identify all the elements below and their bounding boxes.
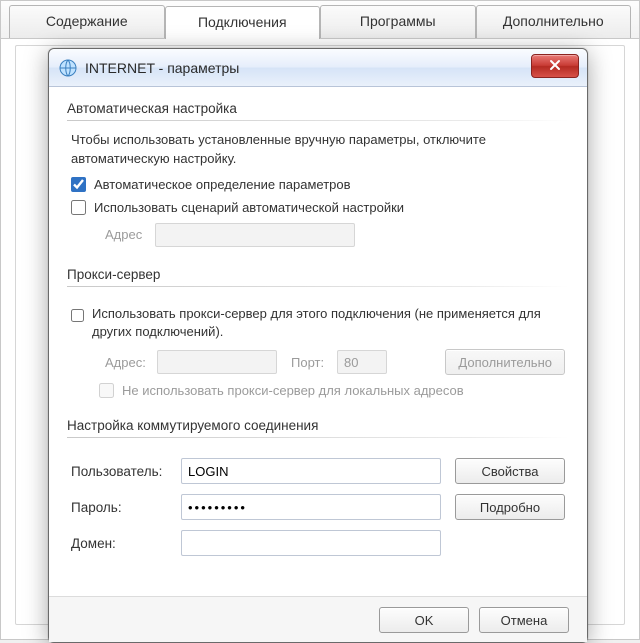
- label-use-proxy: Использовать прокси-сервер для этого под…: [92, 305, 565, 341]
- tab-programs[interactable]: Программы: [320, 5, 476, 38]
- group-dialup-title: Настройка коммутируемого соединения: [67, 418, 569, 440]
- label-proxy-address: Адрес:: [99, 355, 149, 370]
- label-auto-detect: Автоматическое определение параметров: [94, 177, 351, 192]
- label-script-address: Адрес: [99, 227, 155, 242]
- button-proxy-advanced: Дополнительно: [445, 349, 565, 375]
- input-password[interactable]: [181, 494, 441, 520]
- button-details[interactable]: Подробно: [455, 494, 565, 520]
- label-domain: Домен:: [71, 536, 181, 551]
- tab-content[interactable]: Содержание: [9, 5, 165, 38]
- label-use-script: Использовать сценарий автоматической нас…: [94, 200, 404, 215]
- group-proxy: Прокси-сервер Использовать прокси-сервер…: [67, 267, 569, 402]
- button-properties[interactable]: Свойства: [455, 458, 565, 484]
- group-dialup: Настройка коммутируемого соединения Поль…: [67, 418, 569, 560]
- tab-connections[interactable]: Подключения: [165, 6, 321, 39]
- group-auto-title: Автоматическая настройка: [67, 101, 569, 123]
- input-script-address: [155, 223, 355, 247]
- input-proxy-port: [337, 350, 387, 374]
- ok-button[interactable]: OK: [379, 607, 469, 633]
- label-password: Пароль:: [71, 500, 181, 515]
- group-proxy-title: Прокси-сервер: [67, 267, 569, 289]
- dialog-titlebar[interactable]: INTERNET - параметры: [49, 49, 587, 87]
- tab-bar: Содержание Подключения Программы Дополни…: [1, 1, 639, 39]
- tab-advanced[interactable]: Дополнительно: [476, 5, 632, 38]
- lan-settings-dialog: INTERNET - параметры Автоматическая наст…: [48, 48, 588, 643]
- group-auto: Автоматическая настройка Чтобы использов…: [67, 101, 569, 251]
- close-icon: [549, 59, 561, 74]
- checkbox-auto-detect[interactable]: [71, 177, 86, 192]
- checkbox-use-script[interactable]: [71, 200, 86, 215]
- input-proxy-address: [157, 350, 277, 374]
- checkbox-use-proxy[interactable]: [71, 308, 84, 323]
- dialog-title: INTERNET - параметры: [85, 60, 239, 76]
- close-button[interactable]: [531, 54, 579, 78]
- globe-icon: [59, 59, 77, 77]
- checkbox-bypass-local: [99, 383, 114, 398]
- input-domain[interactable]: [181, 530, 441, 556]
- dialog-footer: OK Отмена: [49, 596, 587, 642]
- input-username[interactable]: [181, 458, 441, 484]
- label-proxy-port: Порт:: [285, 355, 329, 370]
- label-bypass-local: Не использовать прокси-сервер для локаль…: [122, 383, 464, 398]
- cancel-button[interactable]: Отмена: [479, 607, 569, 633]
- auto-desc: Чтобы использовать установленные вручную…: [71, 131, 565, 169]
- label-username: Пользователь:: [71, 464, 181, 479]
- dialog-body: Автоматическая настройка Чтобы использов…: [49, 87, 587, 596]
